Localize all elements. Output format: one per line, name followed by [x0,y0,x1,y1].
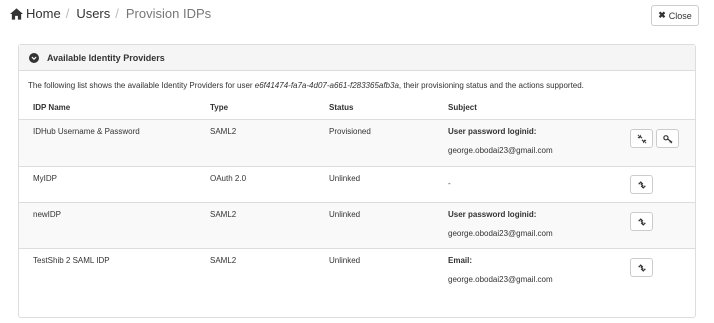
panel-heading[interactable]: Available Identity Providers [19,45,695,71]
intro-suffix: , their provisioning status and the acti… [398,81,584,90]
link-icon [637,180,646,189]
link-button[interactable] [630,212,653,231]
subject-value: george.obodai23@gmail.com [448,229,553,238]
subject-value: george.obodai23@gmail.com [448,146,553,155]
close-icon: ✖ [658,10,666,20]
idp-status: Unlinked [329,256,361,265]
idp-name: newIDP [33,210,62,219]
header-idp-name: IDP Name [33,103,71,112]
table-row: TestShib 2 SAML IDP SAML2 Unlinked Email… [19,249,695,293]
table-row: newIDP SAML2 Unlinked User password logi… [19,203,695,249]
table-row: MyIDP OAuth 2.0 Unlinked - [19,167,695,203]
idp-status: Unlinked [329,174,361,183]
table-row: IDHub Username & Password SAML2 Provisio… [19,120,695,167]
unlink-icon [637,134,646,143]
link-icon [637,217,646,226]
link-button[interactable] [630,175,653,194]
subject-label: User password loginid: [448,210,537,219]
subject-value: - [448,179,451,188]
breadcrumb-separator: / [115,6,119,21]
identity-providers-panel: Available Identity Providers The followi… [18,44,696,318]
close-button-label: Close [668,10,692,21]
idp-type: SAML2 [210,256,237,265]
unlink-button[interactable] [630,129,653,148]
subject-value: george.obodai23@gmail.com [448,275,553,284]
header-status: Status [329,103,354,112]
panel-title: Available Identity Providers [47,52,165,63]
idp-status: Provisioned [329,127,371,136]
home-icon [10,7,23,20]
breadcrumb-current: Provision IDPs [125,6,212,21]
idp-type: OAuth 2.0 [210,174,247,183]
breadcrumb: Home / Users / Provision IDPs [10,6,211,21]
header-subject: Subject [448,103,477,112]
header-type: Type [210,103,229,112]
idp-name: IDHub Username & Password [33,127,140,136]
link-icon [637,263,646,272]
intro-text: The following list shows the available I… [28,81,584,90]
idp-type: SAML2 [210,127,237,136]
idp-type: SAML2 [210,210,237,219]
link-button[interactable] [630,258,653,277]
close-button[interactable]: ✖ Close [651,5,699,26]
idp-name: TestShib 2 SAML IDP [33,256,110,265]
breadcrumb-home-link[interactable]: Home [26,6,61,21]
key-button[interactable] [656,129,679,148]
user-id: e6f41474-fa7a-4d07-a661-f283365afb3a [254,81,399,90]
subject-label: Email: [448,256,473,265]
idp-name: MyIDP [33,174,57,183]
breadcrumb-users-link[interactable]: Users [76,6,110,21]
table-header: IDP Name Type Status Subject [19,101,695,120]
intro-prefix: The following list shows the available I… [28,81,255,90]
key-icon [662,134,673,143]
breadcrumb-separator: / [65,6,70,21]
idp-status: Unlinked [329,210,361,219]
chevron-down-icon [29,52,39,63]
subject-label: User password loginid: [448,127,537,136]
